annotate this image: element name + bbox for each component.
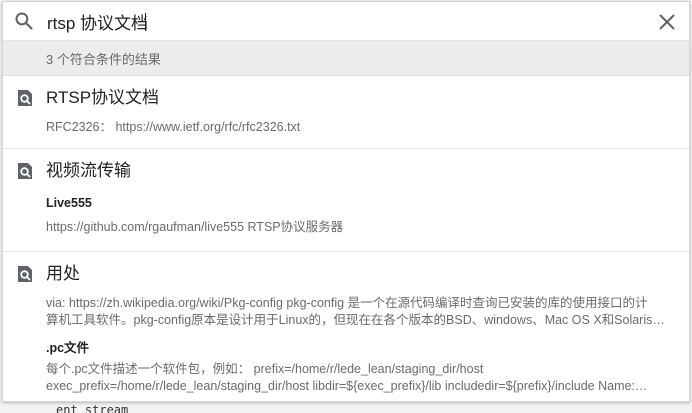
result-title: 用处 (46, 264, 80, 283)
background-text: ent_stream (56, 403, 129, 413)
result-snippet: via: https://zh.wikipedia.org/wiki/Pkg-c… (46, 296, 648, 310)
result-subtitle: .pc文件 (46, 341, 90, 355)
result-subtitle: Live555 (46, 196, 92, 210)
search-icon (15, 12, 33, 30)
result-snippet: https://github.com/rgaufman/live555 RTSP… (46, 220, 344, 234)
result-item[interactable]: 用处 via: https://zh.wikipedia.org/wiki/Pk… (3, 252, 689, 395)
search-popup: 3 个符合条件的结果 RTSP协议文档 RFC2326： https://www… (2, 1, 690, 402)
result-snippet: 每个.pc文件描述一个软件包，例如： prefix=/home/r/lede_l… (46, 362, 484, 376)
result-title: 视频流传输 (46, 161, 131, 180)
result-snippet: RFC2326： https://www.ietf.org/rfc/rfc232… (46, 120, 301, 134)
result-item[interactable]: 视频流传输 Live555 https://github.com/rgaufma… (3, 149, 689, 252)
results-count: 3 个符合条件的结果 (3, 41, 689, 76)
results-count-text: 3 个符合条件的结果 (46, 51, 161, 67)
close-icon[interactable] (657, 12, 677, 32)
result-title: RTSP协议文档 (46, 88, 160, 107)
doc-search-icon (18, 266, 32, 282)
search-input[interactable] (47, 6, 627, 36)
doc-search-icon (18, 163, 32, 179)
result-snippet: 算机工具软件。pkg-config原本是设计用于Linux的，但现在在各个版本的… (46, 313, 665, 327)
text-caret (145, 13, 146, 31)
result-snippet: exec_prefix=/home/r/lede_lean/staging_di… (46, 379, 648, 393)
result-item[interactable]: RTSP协议文档 RFC2326： https://www.ietf.org/r… (3, 76, 689, 149)
search-bar (3, 2, 689, 41)
doc-search-icon (18, 90, 32, 106)
